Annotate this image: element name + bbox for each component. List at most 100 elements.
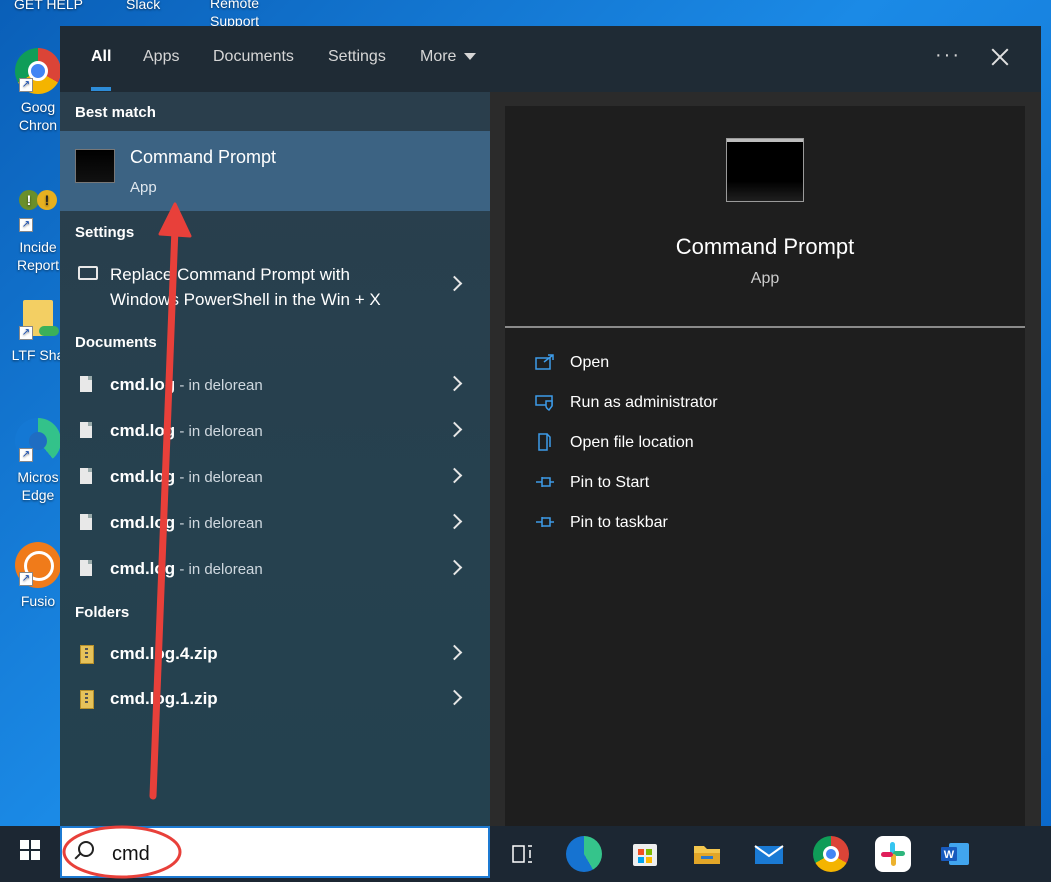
chevron-right-icon — [446, 467, 463, 484]
settings-item-replace-cmd[interactable]: Replace Command Prompt with Windows Powe… — [60, 252, 490, 312]
desktop-icon-label: Fusio — [20, 593, 56, 609]
document-location: - in delorean — [175, 515, 263, 532]
folder-row[interactable]: cmd.log.1.zip — [60, 677, 490, 721]
tab-label: Apps — [143, 48, 180, 65]
document-name: cmd.log — [110, 467, 176, 486]
tab-label: More — [420, 48, 457, 65]
task-view-icon[interactable] — [505, 836, 541, 872]
document-row[interactable]: cmd.log - in delorean — [60, 501, 490, 545]
document-icon — [80, 376, 92, 392]
desktop-icon-fusion[interactable]: ↗ Fusio — [8, 542, 68, 610]
more-options-button[interactable]: ··· — [935, 44, 961, 67]
tab-label: All — [91, 48, 112, 65]
close-icon[interactable] — [985, 43, 1015, 73]
action-label: Run as administrator — [570, 394, 718, 411]
document-name: cmd.log — [110, 421, 176, 440]
command-prompt-icon — [726, 138, 804, 202]
tab-apps[interactable]: Apps — [128, 26, 194, 92]
edge-icon: ↗ — [15, 418, 61, 464]
document-row[interactable]: cmd.log - in delorean — [60, 455, 490, 499]
best-match-header: Best match — [75, 104, 156, 121]
documents-header: Documents — [75, 334, 157, 351]
desktop-icon-label: Micros Edge — [17, 469, 59, 503]
word-icon[interactable]: W — [937, 836, 973, 872]
desktop-icon-label: Goog Chron — [18, 99, 58, 133]
chevron-right-icon — [446, 421, 463, 438]
settings-item-line1: Replace Command Prompt with — [110, 265, 350, 284]
folder-text: cmd.log.1.zip — [110, 689, 218, 709]
best-match-subtitle: App — [130, 179, 157, 196]
preview-title: Command Prompt — [675, 234, 855, 259]
store-icon[interactable] — [627, 836, 663, 872]
folder-row[interactable]: cmd.log.4.zip — [60, 632, 490, 676]
desktop-icon-chrome[interactable]: ↗ Goog Chron — [8, 48, 68, 134]
preview-subtitle: App — [750, 270, 780, 287]
mail-icon[interactable] — [751, 836, 787, 872]
document-text: cmd.log - in delorean — [110, 559, 263, 579]
document-icon — [80, 560, 92, 576]
taskbar-search-box[interactable] — [60, 826, 490, 878]
best-match-command-prompt[interactable]: Command Prompt App — [60, 131, 490, 211]
results-list: Best match Command Prompt App Settings R… — [60, 92, 490, 826]
desktop-icon-label: LTF Sha — [11, 347, 65, 363]
fusion-icon: ↗ — [15, 542, 61, 588]
search-panel: All Apps Documents Settings More ··· Bes… — [60, 26, 1041, 826]
document-name: cmd.log — [110, 559, 176, 578]
slack-icon[interactable] — [875, 836, 911, 872]
desktop-icon-incident-report[interactable]: ! ! ↗ Incide Report — [8, 188, 68, 274]
document-icon — [80, 468, 92, 484]
document-text: cmd.log - in delorean — [110, 421, 263, 441]
document-location: - in delorean — [175, 377, 263, 394]
document-row[interactable]: cmd.log - in delorean — [60, 409, 490, 453]
document-row[interactable]: cmd.log - in delorean — [60, 363, 490, 407]
search-input[interactable] — [110, 838, 474, 870]
tab-settings[interactable]: Settings — [313, 26, 401, 92]
settings-header: Settings — [75, 224, 135, 241]
zip-folder-icon — [80, 645, 94, 664]
file-explorer-icon[interactable] — [689, 836, 725, 872]
document-location: - in delorean — [175, 423, 263, 440]
open-icon — [535, 354, 554, 370]
chevron-right-icon — [446, 513, 463, 530]
folder-icon: ↗ — [15, 296, 61, 342]
folder-name: cmd.log.4.zip — [110, 644, 218, 663]
desktop-icon-edge[interactable]: ↗ Micros Edge — [8, 418, 68, 504]
windows-logo-icon — [20, 840, 40, 860]
run-as-admin-icon — [535, 395, 553, 411]
settings-item-line2: Windows PowerShell in the Win + X — [110, 290, 381, 309]
chevron-right-icon — [446, 689, 463, 706]
file-location-icon — [538, 433, 551, 451]
taskbar: W — [0, 826, 1051, 882]
document-icon — [80, 514, 92, 530]
search-icon — [78, 841, 94, 857]
action-label: Pin to taskbar — [570, 514, 668, 531]
chrome-icon: ↗ — [15, 48, 61, 94]
folders-header: Folders — [75, 604, 130, 621]
tab-all[interactable]: All — [76, 26, 126, 92]
caret-down-icon — [464, 53, 477, 61]
folder-text: cmd.log.4.zip — [110, 644, 218, 664]
action-label: Open file location — [570, 434, 694, 451]
desktop-icon-ltf-share[interactable]: ↗ LTF Sha — [8, 296, 68, 364]
desktop-label-get-help: GET HELP — [14, 0, 83, 12]
document-text: cmd.log - in delorean — [110, 375, 263, 395]
document-name: cmd.log — [110, 375, 176, 394]
edge-icon[interactable] — [566, 836, 602, 872]
tab-more[interactable]: More — [405, 26, 491, 92]
settings-item-text: Replace Command Prompt with Windows Powe… — [110, 262, 381, 312]
start-button[interactable] — [0, 826, 60, 882]
action-label: Open — [570, 354, 610, 371]
chevron-right-icon — [446, 275, 463, 292]
chevron-right-icon — [446, 644, 463, 661]
document-row[interactable]: cmd.log - in delorean — [60, 547, 490, 591]
preview-pane: Command Prompt App Open Run as administr… — [505, 106, 1025, 826]
best-match-title: Command Prompt — [130, 147, 277, 167]
tab-documents[interactable]: Documents — [198, 26, 309, 92]
document-name: cmd.log — [110, 513, 176, 532]
svg-text:W: W — [944, 849, 955, 861]
document-text: cmd.log - in delorean — [110, 513, 263, 533]
chrome-icon[interactable] — [813, 836, 849, 872]
chevron-right-icon — [446, 559, 463, 576]
command-prompt-icon — [75, 149, 115, 183]
chevron-right-icon — [446, 375, 463, 392]
